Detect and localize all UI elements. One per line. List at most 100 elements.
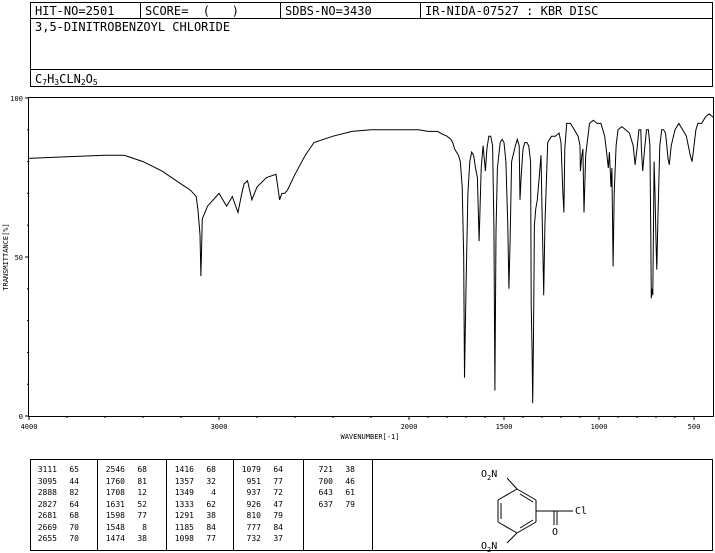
peak-transmittance: 38 <box>206 511 216 520</box>
peak-transmittance: 84 <box>273 522 283 532</box>
peak-transmittance: 72 <box>273 488 283 497</box>
peak-transmittance: 52 <box>137 499 147 509</box>
peak-column-divider <box>303 460 304 550</box>
peak-transmittance: 77 <box>273 476 283 486</box>
peak-row: 2546 68 <box>103 464 147 476</box>
peak-row: 777 84 <box>239 522 283 534</box>
x-tick-label: 500 <box>688 423 701 431</box>
peak-transmittance: 77 <box>137 511 147 520</box>
peak-wavenumber: 3095 <box>37 476 57 486</box>
peak-wavenumber: 1474 <box>105 534 125 543</box>
peak-transmittance: 44 <box>69 476 79 486</box>
peak-column-divider <box>166 460 167 550</box>
peak-wavenumber: 1185 <box>174 522 194 532</box>
peak-column: 721 38 700 46 643 61 637 79 <box>311 464 355 510</box>
peak-row: 2827 64 <box>35 499 79 511</box>
peak-row: 951 77 <box>239 476 283 488</box>
peak-transmittance: 77 <box>206 534 216 543</box>
peak-transmittance: 46 <box>345 476 355 486</box>
peak-row: 1631 52 <box>103 499 147 511</box>
peak-column-divider <box>97 460 98 550</box>
peak-transmittance: 81 <box>137 476 147 486</box>
plot-frame <box>28 97 714 417</box>
peak-wavenumber: 700 <box>318 476 333 486</box>
peak-row: 1548 8 <box>103 522 147 534</box>
peak-transmittance: 4 <box>211 488 216 497</box>
peak-wavenumber: 721 <box>318 465 333 474</box>
peak-wavenumber: 1333 <box>174 499 194 509</box>
peak-row: 721 38 <box>311 464 355 476</box>
x-tick-label: 3000 <box>211 423 228 431</box>
peak-row: 732 37 <box>239 533 283 545</box>
peak-wavenumber: 2655 <box>37 534 57 543</box>
peak-transmittance: 68 <box>137 465 147 474</box>
peak-row: 1416 68 <box>172 464 216 476</box>
peak-transmittance: 70 <box>69 522 79 532</box>
peak-wavenumber: 732 <box>246 534 261 543</box>
peak-transmittance: 61 <box>345 488 355 497</box>
peak-wavenumber: 1708 <box>105 488 125 497</box>
y-axis-label: TRANSMITTANCE[%] <box>2 223 10 290</box>
peak-transmittance: 79 <box>273 511 283 520</box>
peak-row: 1079 64 <box>239 464 283 476</box>
peak-wavenumber: 1098 <box>174 534 194 543</box>
peak-row: 1291 38 <box>172 510 216 522</box>
peak-row: 1349 4 <box>172 487 216 499</box>
peak-transmittance: 68 <box>206 465 216 474</box>
peak-transmittance: 64 <box>273 465 283 474</box>
peak-wavenumber: 637 <box>318 499 333 509</box>
peak-row: 937 72 <box>239 487 283 499</box>
peak-transmittance: 12 <box>137 488 147 497</box>
x-tick-label: 1000 <box>591 423 608 431</box>
peak-table: 3111 65 3095 44 2888 82 2827 64 2681 68 2669 70 2655… <box>30 459 713 551</box>
peak-table-divider <box>372 459 373 551</box>
peak-row: 1474 38 <box>103 533 147 545</box>
peak-wavenumber: 2681 <box>37 511 57 520</box>
x-tick-label: 1500 <box>496 423 513 431</box>
x-tick-label: 4000 <box>21 423 38 431</box>
peak-row: 637 79 <box>311 499 355 511</box>
peak-row: 2669 70 <box>35 522 79 534</box>
peak-row: 1598 77 <box>103 510 147 522</box>
peak-row: 700 46 <box>311 476 355 488</box>
peak-wavenumber: 1548 <box>105 522 125 532</box>
x-axis: 4000 3000 2000 1500 1000 500 <box>21 416 701 431</box>
peak-wavenumber: 1598 <box>105 511 125 520</box>
peak-transmittance: 65 <box>69 465 79 474</box>
peak-transmittance: 84 <box>206 522 216 532</box>
peak-wavenumber: 951 <box>246 476 261 486</box>
peak-transmittance: 70 <box>69 534 79 543</box>
peak-wavenumber: 2669 <box>37 522 57 532</box>
peak-wavenumber: 3111 <box>37 465 57 474</box>
peak-column: 3111 65 3095 44 2888 82 2827 64 2681 68 2669 70 2655… <box>35 464 79 545</box>
peak-row: 1098 77 <box>172 533 216 545</box>
peak-transmittance: 82 <box>69 488 79 497</box>
peak-column: 2546 68 1760 81 1708 12 1631 52 1598 77 1548 8 1474 3… <box>103 464 147 545</box>
peak-transmittance: 37 <box>273 534 283 543</box>
spectrum-trace <box>28 113 714 404</box>
y-tick-label: 100 <box>10 95 23 103</box>
peak-wavenumber: 937 <box>246 488 261 497</box>
peak-transmittance: 62 <box>206 499 216 509</box>
peak-wavenumber: 1357 <box>174 476 194 486</box>
peak-wavenumber: 1079 <box>241 465 261 474</box>
peak-column-divider <box>233 460 234 550</box>
peak-row: 926 47 <box>239 499 283 511</box>
peak-transmittance: 68 <box>69 511 79 520</box>
peak-transmittance: 47 <box>273 499 283 509</box>
peak-wavenumber: 926 <box>246 499 261 509</box>
peak-transmittance: 79 <box>345 499 355 509</box>
peak-transmittance: 64 <box>69 499 79 509</box>
peak-row: 2655 70 <box>35 533 79 545</box>
peak-column: 1079 64 951 77 937 72 926 47 810 79 777 84 732 37 <box>239 464 283 545</box>
peak-wavenumber: 777 <box>246 522 261 532</box>
peak-row: 1333 62 <box>172 499 216 511</box>
peak-transmittance: 38 <box>137 534 147 543</box>
peak-wavenumber: 1291 <box>174 511 194 520</box>
peak-row: 2681 68 <box>35 510 79 522</box>
peak-wavenumber: 1631 <box>105 499 125 509</box>
peak-transmittance: 32 <box>206 476 216 486</box>
peak-wavenumber: 1416 <box>174 465 194 474</box>
peak-wavenumber: 2546 <box>105 465 125 474</box>
peak-row: 1357 32 <box>172 476 216 488</box>
